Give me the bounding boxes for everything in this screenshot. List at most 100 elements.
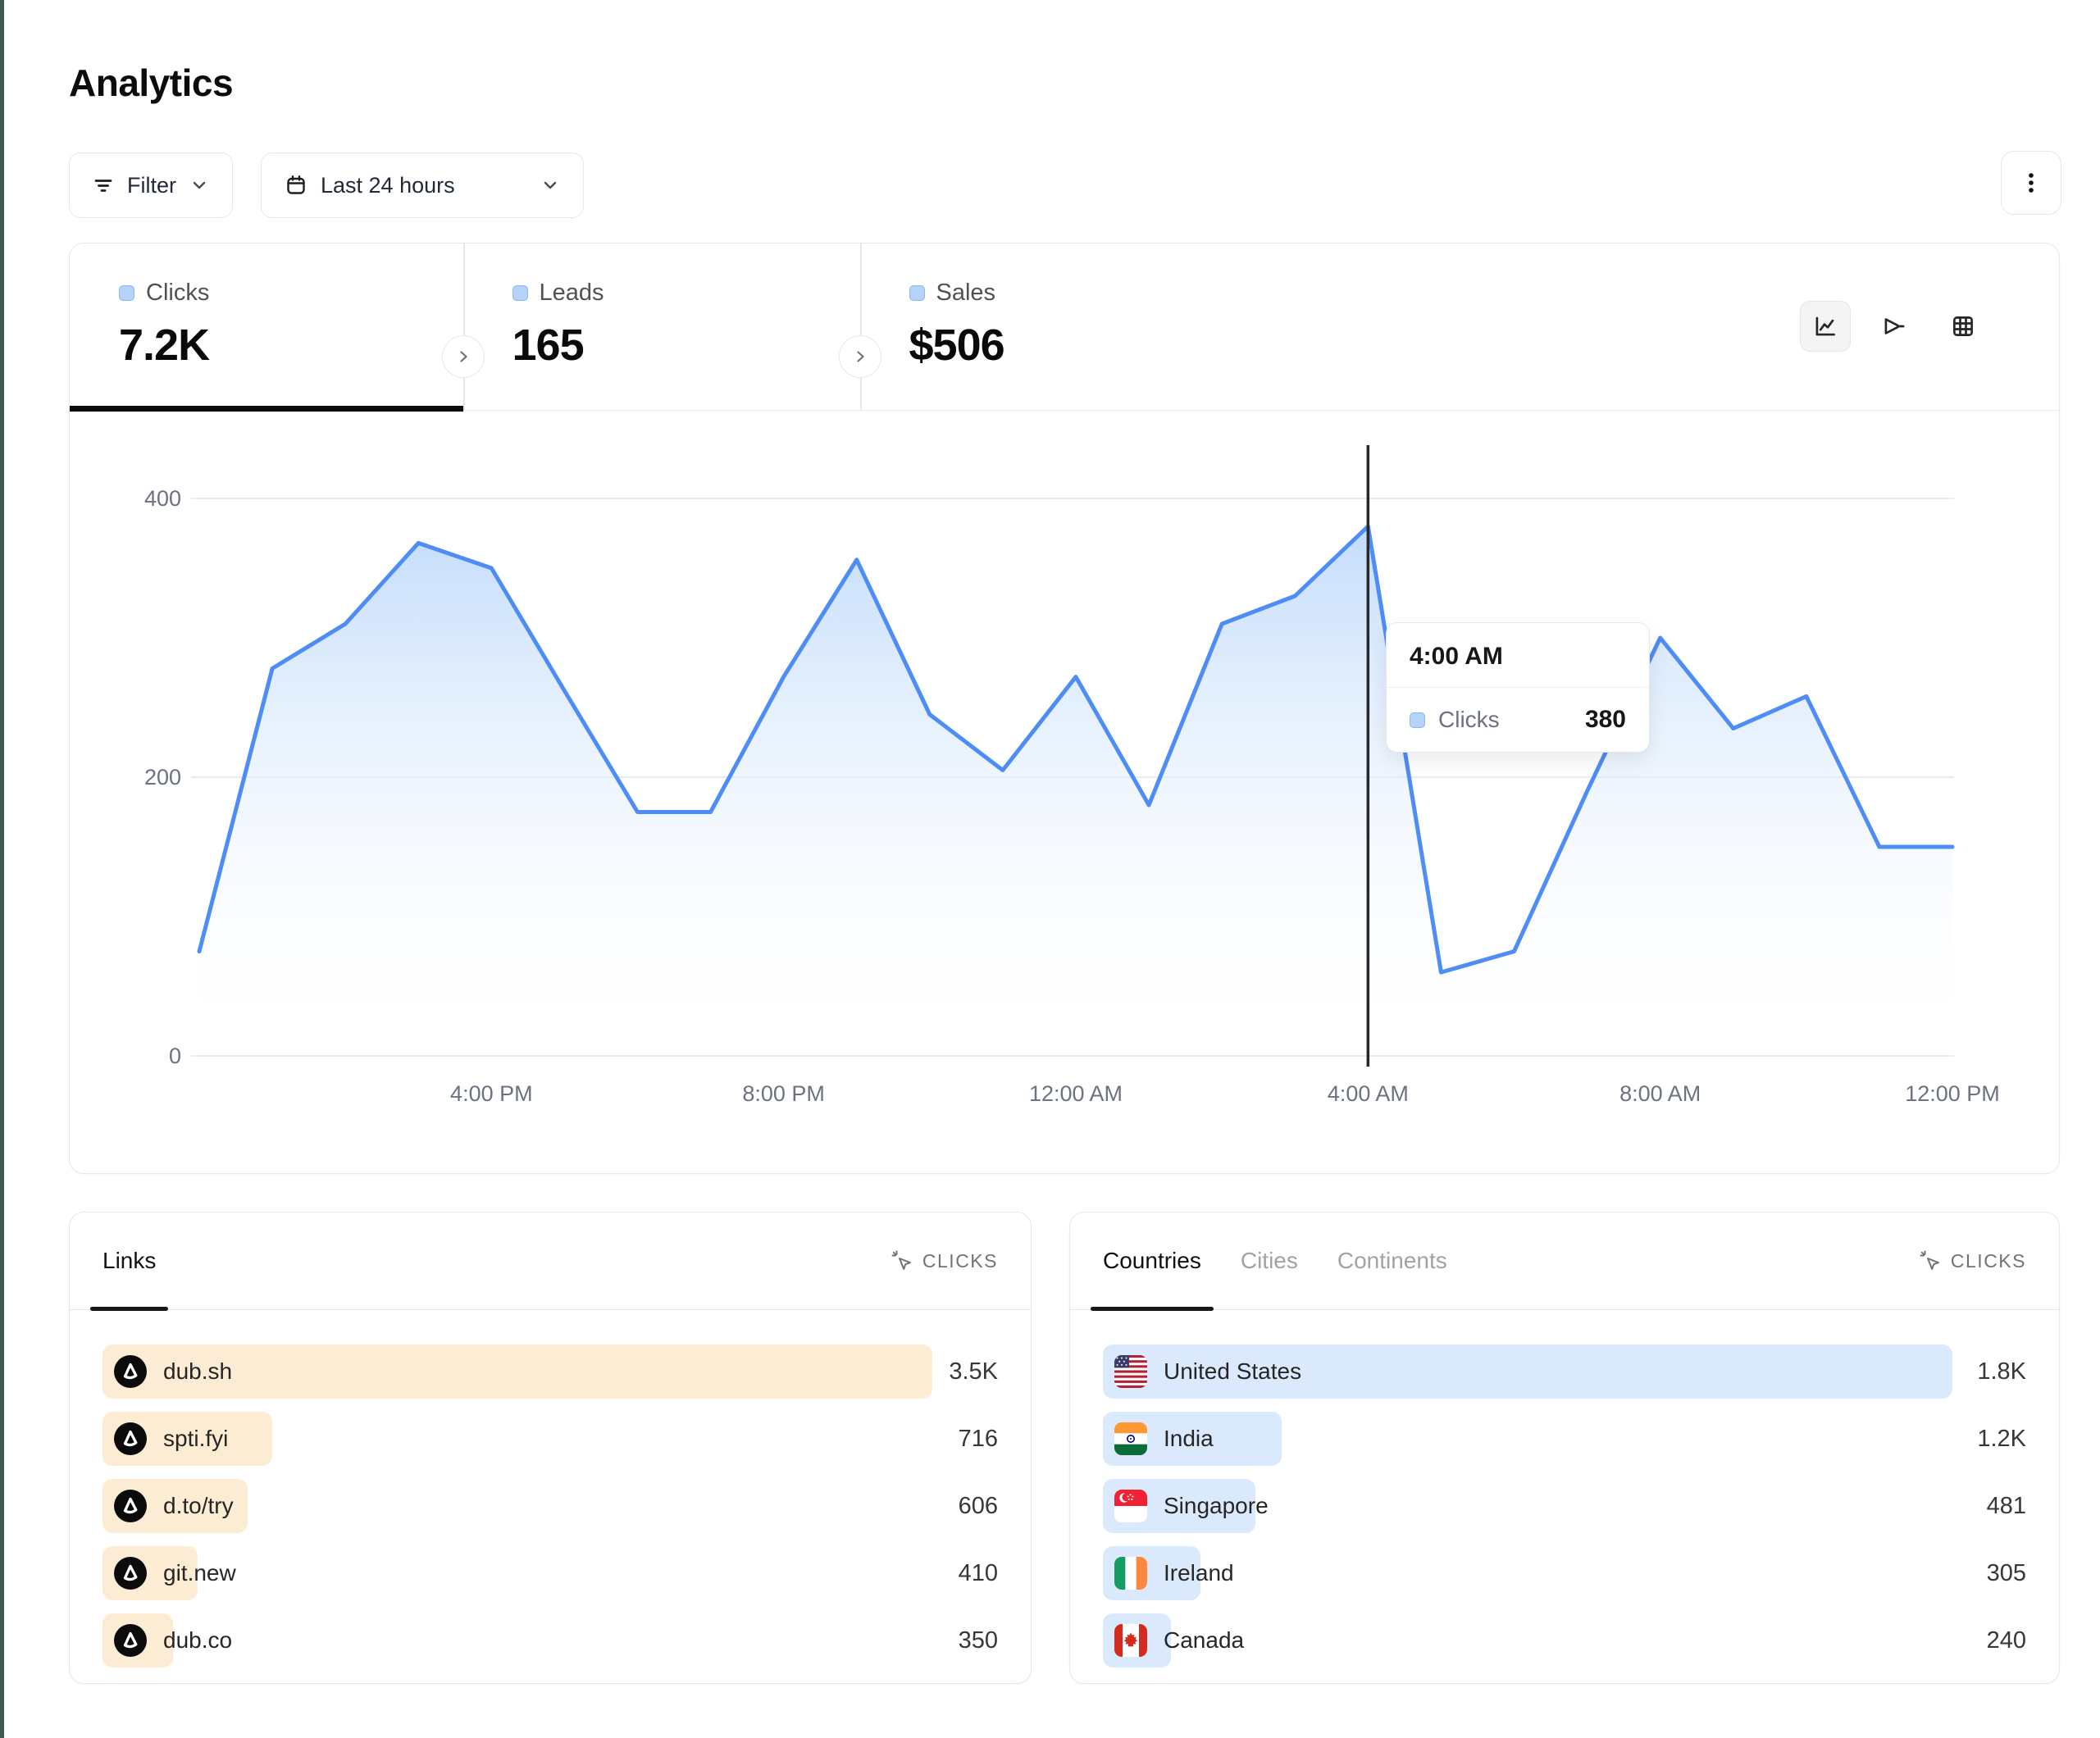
- area-fill: [199, 526, 1952, 1056]
- link-label: spti.fyi: [163, 1426, 228, 1452]
- date-range-button[interactable]: Last 24 hours: [261, 152, 584, 218]
- link-row-dub-co[interactable]: dub.co 350: [102, 1613, 998, 1667]
- sales-legend-square: [909, 285, 925, 301]
- x-tick-label: 12:00 PM: [1905, 1081, 2000, 1106]
- cursor-click-icon: [891, 1250, 913, 1272]
- country-value: 481: [1987, 1479, 2026, 1533]
- country-row-india[interactable]: India 1.2K: [1103, 1412, 2026, 1466]
- clicks-tab-label: Clicks: [146, 280, 209, 307]
- link-row-d-to-try[interactable]: d.to/try 606: [102, 1479, 998, 1533]
- country-value: 1.2K: [1977, 1412, 2026, 1466]
- clicks-legend-square: [119, 285, 134, 301]
- table-grid-icon: [1949, 312, 1977, 340]
- line-chart-icon: [1811, 312, 1839, 340]
- tab-clicks[interactable]: Clicks 7.2K: [70, 243, 463, 411]
- india-flag-icon: [1114, 1422, 1147, 1455]
- tab-sales[interactable]: Sales $506: [862, 243, 1206, 411]
- dub-logo-icon: [114, 1355, 147, 1388]
- tab-divider: [860, 243, 862, 411]
- link-row-spti-fyi[interactable]: spti.fyi 716: [102, 1412, 998, 1466]
- countries-panel-header: Countries Cities Continents CLICKS: [1070, 1213, 2059, 1310]
- date-range-label: Last 24 hours: [321, 173, 455, 198]
- tab-countries[interactable]: Countries: [1103, 1213, 1201, 1310]
- continents-tab-label: Continents: [1337, 1248, 1447, 1274]
- y-tick-label: 200: [144, 765, 181, 789]
- cursor-click-icon: [1920, 1250, 1941, 1272]
- ireland-flag-icon: [1114, 1557, 1147, 1590]
- funnel-icon: [1880, 312, 1908, 340]
- analytics-card: Clicks 7.2K Leads 165 Sales $506: [69, 243, 2060, 1174]
- expand-leads-sales-button[interactable]: [839, 335, 881, 378]
- chevron-down-icon: [189, 175, 209, 195]
- filter-button-label: Filter: [127, 173, 176, 198]
- link-value: 606: [959, 1479, 998, 1533]
- us-flag-icon: [1114, 1355, 1147, 1388]
- x-tick-label: 8:00 AM: [1619, 1081, 1701, 1106]
- tooltip-time: 4:00 AM: [1387, 623, 1649, 688]
- tooltip-legend-square: [1410, 712, 1425, 728]
- country-value: 1.8K: [1977, 1344, 2026, 1399]
- leads-tab-label: Leads: [540, 280, 604, 307]
- link-row-dub-sh[interactable]: dub.sh 3.5K: [102, 1344, 998, 1399]
- countries-panel: Countries Cities Continents CLICKS Unite…: [1069, 1212, 2060, 1684]
- country-row-singapore[interactable]: Singapore 481: [1103, 1479, 2026, 1533]
- links-rows: dub.sh 3.5K spti.fyi 716 d.to/try 606: [70, 1310, 1031, 1667]
- chevron-down-icon: [540, 175, 560, 195]
- x-tick-label: 8:00 PM: [742, 1081, 825, 1106]
- active-tab-underline: [70, 406, 463, 412]
- sales-tab-value: $506: [909, 320, 1206, 371]
- country-row-united-states[interactable]: United States 1.8K: [1103, 1344, 2026, 1399]
- dub-logo-icon: [114, 1557, 147, 1590]
- page-title: Analytics: [69, 61, 233, 105]
- countries-metric-label: CLICKS: [1951, 1250, 2026, 1272]
- tab-cities[interactable]: Cities: [1241, 1213, 1298, 1310]
- filter-button[interactable]: Filter: [69, 152, 233, 218]
- chevron-right-icon: [852, 348, 868, 365]
- link-row-git-new[interactable]: git.new 410: [102, 1546, 998, 1600]
- country-label: United States: [1164, 1358, 1301, 1385]
- links-tab-label: Links: [102, 1248, 156, 1274]
- link-label: git.new: [163, 1560, 236, 1586]
- tab-links[interactable]: Links: [102, 1213, 156, 1310]
- expand-clicks-leads-button[interactable]: [442, 335, 485, 378]
- country-label: India: [1164, 1426, 1214, 1452]
- window-edge-strip: [0, 0, 4, 1738]
- chart-tooltip: 4:00 AM Clicks 380: [1386, 622, 1650, 753]
- links-metric-toggle[interactable]: CLICKS: [891, 1250, 998, 1272]
- countries-rows: United States 1.8K India 1.2K: [1070, 1310, 2059, 1667]
- table-view-button[interactable]: [1938, 301, 1988, 352]
- x-tick-label: 4:00 AM: [1328, 1081, 1409, 1106]
- tab-leads[interactable]: Leads 165: [465, 243, 860, 411]
- more-options-button[interactable]: [2001, 151, 2061, 215]
- link-label: dub.co: [163, 1627, 232, 1654]
- country-label: Canada: [1164, 1627, 1244, 1654]
- country-row-canada[interactable]: Canada 240: [1103, 1613, 2026, 1667]
- tab-continents[interactable]: Continents: [1337, 1213, 1447, 1310]
- chart-view-switcher: [1800, 301, 1988, 352]
- calendar-icon: [285, 174, 307, 197]
- cities-tab-label: Cities: [1241, 1248, 1298, 1274]
- link-value: 350: [959, 1613, 998, 1667]
- stats-tabs: Clicks 7.2K Leads 165 Sales $506: [70, 243, 2059, 411]
- link-value: 3.5K: [949, 1344, 998, 1399]
- canada-flag-icon: [1114, 1624, 1147, 1657]
- dub-logo-icon: [114, 1624, 147, 1657]
- countries-tab-label: Countries: [1103, 1248, 1201, 1274]
- clicks-chart[interactable]: 02004004:00 PM8:00 PM12:00 AM4:00 AM8:00…: [70, 411, 2061, 1173]
- countries-metric-toggle[interactable]: CLICKS: [1920, 1250, 2026, 1272]
- tooltip-value: 380: [1585, 706, 1626, 734]
- link-value: 410: [959, 1546, 998, 1600]
- country-value: 240: [1987, 1613, 2026, 1667]
- tooltip-series-label: Clicks: [1438, 707, 1500, 733]
- x-tick-label: 12:00 AM: [1029, 1081, 1123, 1106]
- funnel-view-button[interactable]: [1869, 301, 1920, 352]
- country-value: 305: [1987, 1546, 2026, 1600]
- clicks-tab-value: 7.2K: [119, 320, 463, 371]
- link-label: dub.sh: [163, 1358, 232, 1385]
- leads-tab-value: 165: [512, 320, 860, 371]
- dub-logo-icon: [114, 1422, 147, 1455]
- line-chart-view-button[interactable]: [1800, 301, 1851, 352]
- country-label: Singapore: [1164, 1493, 1269, 1519]
- country-row-ireland[interactable]: Ireland 305: [1103, 1546, 2026, 1600]
- link-value: 716: [959, 1412, 998, 1466]
